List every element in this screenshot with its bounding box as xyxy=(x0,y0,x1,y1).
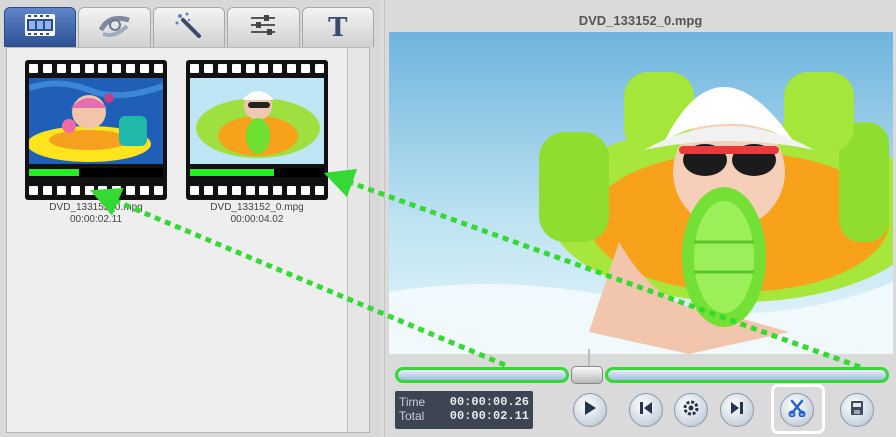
player-title: DVD_133152_0.mpg xyxy=(578,13,703,28)
play-button[interactable] xyxy=(573,393,607,427)
text-icon: T xyxy=(328,12,348,43)
tab-effects[interactable] xyxy=(78,7,151,47)
clip-duration: 00:00:04.02 xyxy=(230,214,284,225)
save-icon xyxy=(850,400,864,421)
clip-preview-image xyxy=(190,78,324,164)
next-frame-button[interactable] xyxy=(720,393,754,427)
total-label: Total xyxy=(399,409,425,423)
settings-gear-icon xyxy=(682,399,700,422)
timeline-playhead-handle[interactable] xyxy=(571,366,603,384)
current-time-value: 00:00:00.26 xyxy=(449,395,529,409)
save-button[interactable] xyxy=(840,393,874,427)
time-display: Time 00:00:00.26 Total 00:00:02.11 xyxy=(395,391,533,429)
film-perforations xyxy=(29,186,163,196)
clip-library: DVD_133152_0.mpg 00:00:02.11 DVD_133152_… xyxy=(6,47,370,433)
magic-wand-icon xyxy=(175,12,203,43)
clip-progress-fill xyxy=(190,169,275,176)
time-label: Time xyxy=(399,395,426,409)
tab-magic[interactable] xyxy=(152,7,226,47)
timeline-played-segment xyxy=(395,367,569,383)
tab-adjust[interactable] xyxy=(227,7,300,47)
filmstrip-icon xyxy=(25,14,56,41)
video-preview[interactable] xyxy=(389,32,893,354)
film-perforations xyxy=(190,64,324,74)
next-frame-icon xyxy=(729,401,745,420)
clip-item[interactable]: DVD_133152_0.mpg 00:00:04.02 xyxy=(186,60,328,226)
clip-progress-bar xyxy=(190,168,324,177)
clip-item[interactable]: DVD_133152_0.mpg 00:00:02.11 xyxy=(25,60,167,226)
timeline-remaining-segment xyxy=(605,367,889,383)
previous-frame-button[interactable] xyxy=(629,393,663,427)
clip-duration: 00:00:02.11 xyxy=(69,214,123,225)
video-editor-window: T DVD_133152_0.mpg 00:00:02.11 DVD_13315… xyxy=(0,0,896,437)
timeline-slider[interactable] xyxy=(395,349,889,384)
clip-preview-image xyxy=(29,78,163,164)
play-icon xyxy=(583,400,597,421)
settings-button[interactable] xyxy=(674,393,708,427)
film-perforations xyxy=(29,64,163,74)
playhead-marker xyxy=(588,349,590,367)
player-panel: DVD_133152_0.mpg Time 00:00:00.26 Total … xyxy=(384,0,896,437)
library-tabbar: T xyxy=(4,7,375,47)
trim-button-highlight xyxy=(771,384,825,434)
total-time-value: 00:00:02.11 xyxy=(449,409,529,423)
tab-text[interactable]: T xyxy=(301,7,375,47)
previous-frame-icon xyxy=(638,401,654,420)
film-perforations xyxy=(190,186,324,196)
clip-progress-fill xyxy=(29,169,79,176)
sliders-icon xyxy=(249,13,277,42)
library-panel: T DVD_133152_0.mpg 00:00:02.11 DVD_13315… xyxy=(0,0,380,437)
film-reel-icon xyxy=(98,12,131,43)
clip-progress-bar xyxy=(29,168,163,177)
clip-filename: DVD_133152_0.mpg xyxy=(49,202,143,213)
tab-video[interactable] xyxy=(4,7,77,47)
clip-filename: DVD_133152_0.mpg xyxy=(210,202,304,213)
clip-thumbnail[interactable] xyxy=(25,60,167,200)
library-scrollbar[interactable] xyxy=(347,48,369,432)
clip-thumbnail[interactable] xyxy=(186,60,328,200)
